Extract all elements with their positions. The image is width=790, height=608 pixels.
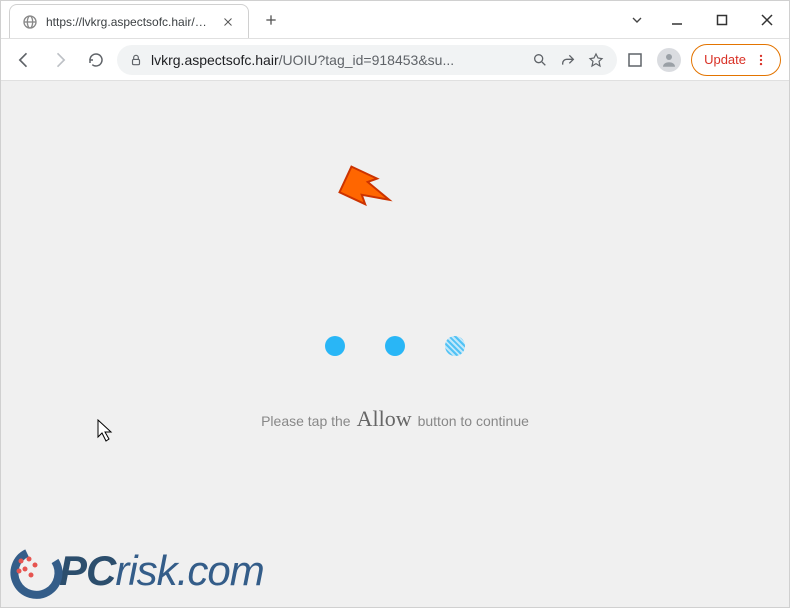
watermark: PCrisk.com xyxy=(7,541,264,601)
minimize-button[interactable] xyxy=(654,1,699,39)
tab-title: https://lvkrg.aspectsofc.hair/UOIU xyxy=(46,15,212,29)
watermark-text: PCrisk.com xyxy=(59,547,264,595)
forward-button[interactable] xyxy=(45,45,75,75)
tab-strip: https://lvkrg.aspectsofc.hair/UOIU xyxy=(1,1,620,38)
instruction-pre: Please tap the xyxy=(261,413,351,429)
close-tab-icon[interactable] xyxy=(220,14,236,30)
browser-window: https://lvkrg.aspectsofc.hair/UOIU xyxy=(0,0,790,608)
omnibox-actions xyxy=(531,51,605,69)
update-button[interactable]: Update xyxy=(691,44,781,76)
page-content: Please tap the Allow button to continue xyxy=(1,81,789,607)
annotation-arrow-icon xyxy=(336,159,396,219)
profile-avatar[interactable] xyxy=(657,48,681,72)
update-label: Update xyxy=(704,52,746,67)
wm-part2: risk xyxy=(115,547,176,594)
toolbar-right-icons: Update xyxy=(623,44,781,76)
menu-icon xyxy=(754,53,768,67)
browser-toolbar: lvkrg.aspectsofc.hair/UOIU?tag_id=918453… xyxy=(1,39,789,81)
browser-tab[interactable]: https://lvkrg.aspectsofc.hair/UOIU xyxy=(9,4,249,38)
address-bar[interactable]: lvkrg.aspectsofc.hair/UOIU?tag_id=918453… xyxy=(117,45,617,75)
close-window-button[interactable] xyxy=(744,1,789,39)
dot-icon xyxy=(325,336,345,356)
url-text: lvkrg.aspectsofc.hair/UOIU?tag_id=918453… xyxy=(151,52,523,68)
search-icon[interactable] xyxy=(531,51,549,69)
new-tab-button[interactable] xyxy=(257,6,285,34)
extensions-icon[interactable] xyxy=(623,48,647,72)
maximize-button[interactable] xyxy=(699,1,744,39)
loading-dots xyxy=(325,336,465,356)
tab-overflow-icon[interactable] xyxy=(620,1,654,38)
lock-icon xyxy=(129,53,143,67)
watermark-logo-icon xyxy=(7,541,67,601)
wm-part3: .com xyxy=(177,547,264,594)
dot-icon xyxy=(385,336,405,356)
cursor-icon xyxy=(97,419,115,443)
bookmark-icon[interactable] xyxy=(587,51,605,69)
wm-part1: PC xyxy=(59,547,115,594)
instruction-allow: Allow xyxy=(357,406,412,432)
loading-area: Please tap the Allow button to continue xyxy=(1,336,789,432)
share-icon[interactable] xyxy=(559,51,577,69)
instruction-post: button to continue xyxy=(418,413,529,429)
titlebar: https://lvkrg.aspectsofc.hair/UOIU xyxy=(1,1,789,39)
back-button[interactable] xyxy=(9,45,39,75)
window-controls xyxy=(654,1,789,38)
url-path: /UOIU?tag_id=918453&su... xyxy=(279,52,455,68)
instruction-text: Please tap the Allow button to continue xyxy=(261,406,529,432)
dot-icon xyxy=(445,336,465,356)
globe-icon xyxy=(22,14,38,30)
url-host: lvkrg.aspectsofc.hair xyxy=(151,52,279,68)
reload-button[interactable] xyxy=(81,45,111,75)
